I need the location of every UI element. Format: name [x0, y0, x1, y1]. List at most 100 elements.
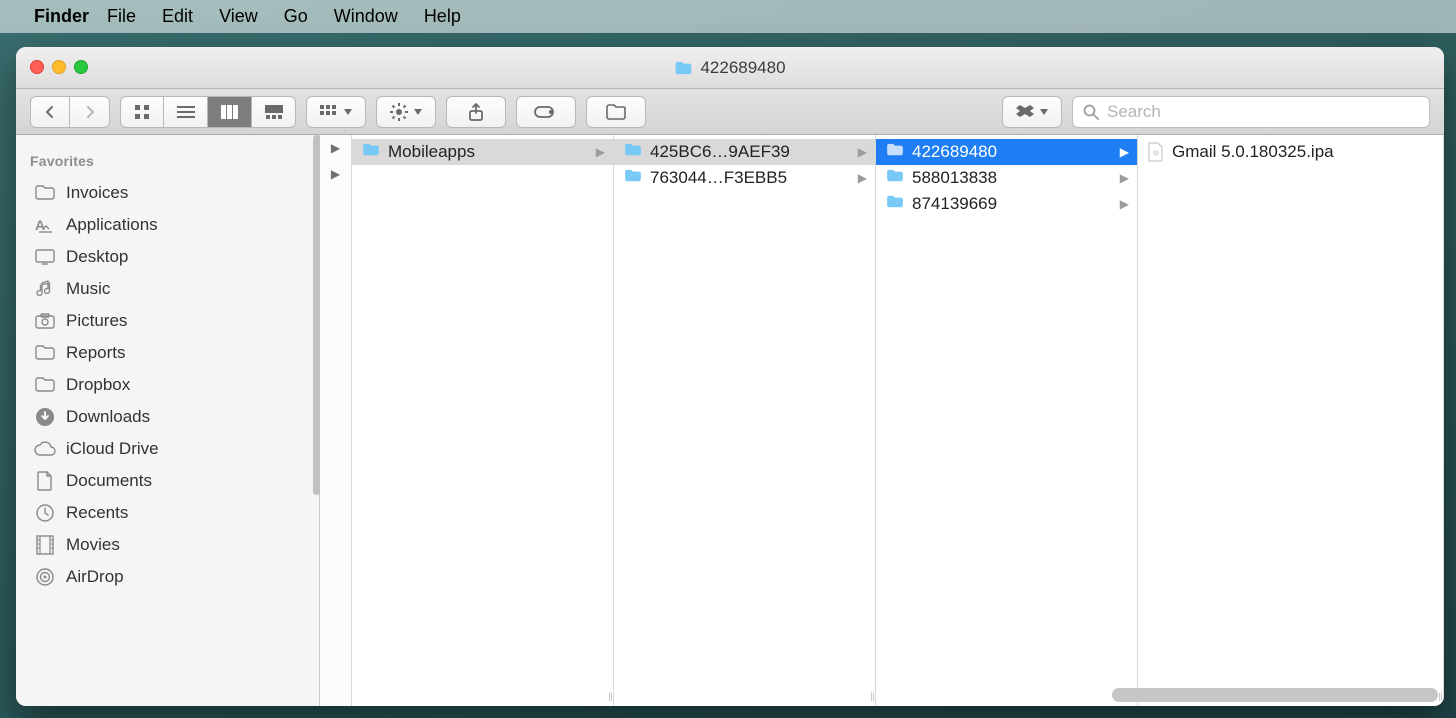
downloads-icon [34, 406, 56, 428]
sidebar-item-label: Recents [66, 503, 128, 523]
sidebar-item-label: Reports [66, 343, 126, 363]
sidebar-item-applications[interactable]: A Applications [16, 209, 319, 241]
history-marker-icon[interactable]: ▶ [331, 167, 340, 181]
path-history-strip[interactable]: ▶ ▶ [320, 135, 352, 706]
window-title-text: 422689480 [700, 58, 785, 78]
pictures-icon [34, 310, 56, 332]
folder-icon [624, 142, 642, 162]
back-button[interactable] [30, 96, 70, 128]
folder-row[interactable]: Mobileapps▶ [352, 139, 613, 165]
sidebar: Favorites Invoices A Applications DesktopMu… [16, 135, 320, 706]
sidebar-item-reports[interactable]: Reports [16, 337, 319, 369]
column-2[interactable]: 425BC6…9AEF39 ▶ 763044…F3EBB5▶ ‖ [614, 135, 876, 706]
dropbox-menu-button[interactable] [1002, 96, 1062, 128]
arrange-menu-button[interactable] [306, 96, 366, 128]
sidebar-item-documents[interactable]: Documents [16, 465, 319, 497]
fullscreen-button[interactable] [74, 60, 88, 74]
search-icon [1083, 104, 1099, 120]
sidebar-item-invoices[interactable]: Invoices [16, 177, 319, 209]
airdrop-icon [34, 566, 56, 588]
menu-file[interactable]: File [107, 6, 136, 27]
item-name: Mobileapps [388, 142, 588, 162]
action-menu-button[interactable] [376, 96, 436, 128]
folder-row[interactable]: 422689480▶ [876, 139, 1137, 165]
folder-icon [34, 374, 56, 396]
folder-icon [886, 194, 904, 214]
music-icon [34, 278, 56, 300]
sidebar-scrollbar[interactable] [313, 135, 320, 706]
menu-edit[interactable]: Edit [162, 6, 193, 27]
sidebar-item-dropbox[interactable]: Dropbox [16, 369, 319, 401]
column-resize-handle[interactable]: ‖ [608, 690, 611, 704]
nav-back-forward [30, 96, 110, 128]
item-name: 422689480 [912, 142, 1112, 162]
sidebar-item-label: Downloads [66, 407, 150, 427]
view-list-button[interactable] [164, 96, 208, 128]
sidebar-section-header: Favorites [16, 147, 319, 177]
svg-text:+: + [624, 104, 626, 112]
view-switcher [120, 96, 296, 128]
column-resize-handle[interactable]: ‖ [870, 690, 873, 704]
column-4[interactable]: Gmail 5.0.180325.ipa ‖ [1138, 135, 1444, 706]
sidebar-item-recents[interactable]: Recents [16, 497, 319, 529]
sidebar-item-desktop[interactable]: Desktop [16, 241, 319, 273]
folder-icon [674, 61, 692, 75]
tags-button[interactable] [516, 96, 576, 128]
horizontal-scrollbar[interactable] [1112, 688, 1438, 702]
item-name: 588013838 [912, 168, 1112, 188]
view-gallery-button[interactable] [252, 96, 296, 128]
documents-icon [34, 470, 56, 492]
folder-icon [886, 142, 904, 162]
sidebar-item-label: Applications [66, 215, 158, 235]
item-name: 763044…F3EBB5 [650, 168, 850, 188]
folder-icon [34, 342, 56, 364]
column-resize-handle[interactable]: ‖ [1438, 690, 1441, 704]
item-name: 425BC6…9AEF39 [650, 142, 850, 162]
item-name: Gmail 5.0.180325.ipa [1172, 142, 1435, 162]
share-button[interactable] [446, 96, 506, 128]
folder-icon [34, 182, 56, 204]
applications-icon: A [34, 214, 56, 236]
minimize-button[interactable] [52, 60, 66, 74]
folder-icon [886, 168, 904, 188]
column-browser: ▶ ▶ Mobileapps▶‖ 425BC6…9AEF39▶763044…F3… [320, 135, 1444, 706]
view-columns-button[interactable] [208, 96, 252, 128]
chevron-right-icon: ▶ [1120, 197, 1129, 211]
menu-window[interactable]: Window [334, 6, 398, 27]
sidebar-item-movies[interactable]: Movies [16, 529, 319, 561]
sidebar-item-icloud-drive[interactable]: iCloud Drive [16, 433, 319, 465]
titlebar[interactable]: 422689480 [16, 47, 1444, 89]
sidebar-item-airdrop[interactable]: AirDrop [16, 561, 319, 593]
sidebar-item-label: Dropbox [66, 375, 130, 395]
chevron-right-icon: ▶ [858, 145, 867, 159]
column-1[interactable]: Mobileapps▶ ‖ [352, 135, 614, 706]
sidebar-item-downloads[interactable]: Downloads [16, 401, 319, 433]
folder-row[interactable]: 763044…F3EBB5▶ [614, 165, 875, 191]
folder-row[interactable]: 588013838▶ [876, 165, 1137, 191]
folder-icon [624, 168, 642, 188]
file-row[interactable]: Gmail 5.0.180325.ipa [1138, 139, 1443, 165]
search-field[interactable] [1072, 96, 1430, 128]
sidebar-item-label: iCloud Drive [66, 439, 159, 459]
search-input[interactable] [1107, 102, 1419, 122]
history-marker-icon[interactable]: ▶ [331, 141, 340, 155]
svg-text:A: A [35, 217, 45, 233]
folder-row[interactable]: 874139669▶ [876, 191, 1137, 217]
forward-button[interactable] [70, 96, 110, 128]
close-button[interactable] [30, 60, 44, 74]
content-area: Favorites Invoices A Applications DesktopMu… [16, 135, 1444, 706]
menu-go[interactable]: Go [284, 6, 308, 27]
new-folder-button[interactable]: + [586, 96, 646, 128]
app-name[interactable]: Finder [34, 6, 89, 27]
sidebar-item-pictures[interactable]: Pictures [16, 305, 319, 337]
sidebar-item-label: Documents [66, 471, 152, 491]
sidebar-item-music[interactable]: Music [16, 273, 319, 305]
menu-help[interactable]: Help [424, 6, 461, 27]
toolbar: + [16, 89, 1444, 135]
folder-row[interactable]: 425BC6…9AEF39 ▶ [614, 139, 875, 165]
view-icons-button[interactable] [120, 96, 164, 128]
column-3[interactable]: 422689480▶588013838▶874139669▶‖ [876, 135, 1138, 706]
sidebar-item-label: Movies [66, 535, 120, 555]
menu-view[interactable]: View [219, 6, 258, 27]
window-title: 422689480 [674, 58, 785, 78]
